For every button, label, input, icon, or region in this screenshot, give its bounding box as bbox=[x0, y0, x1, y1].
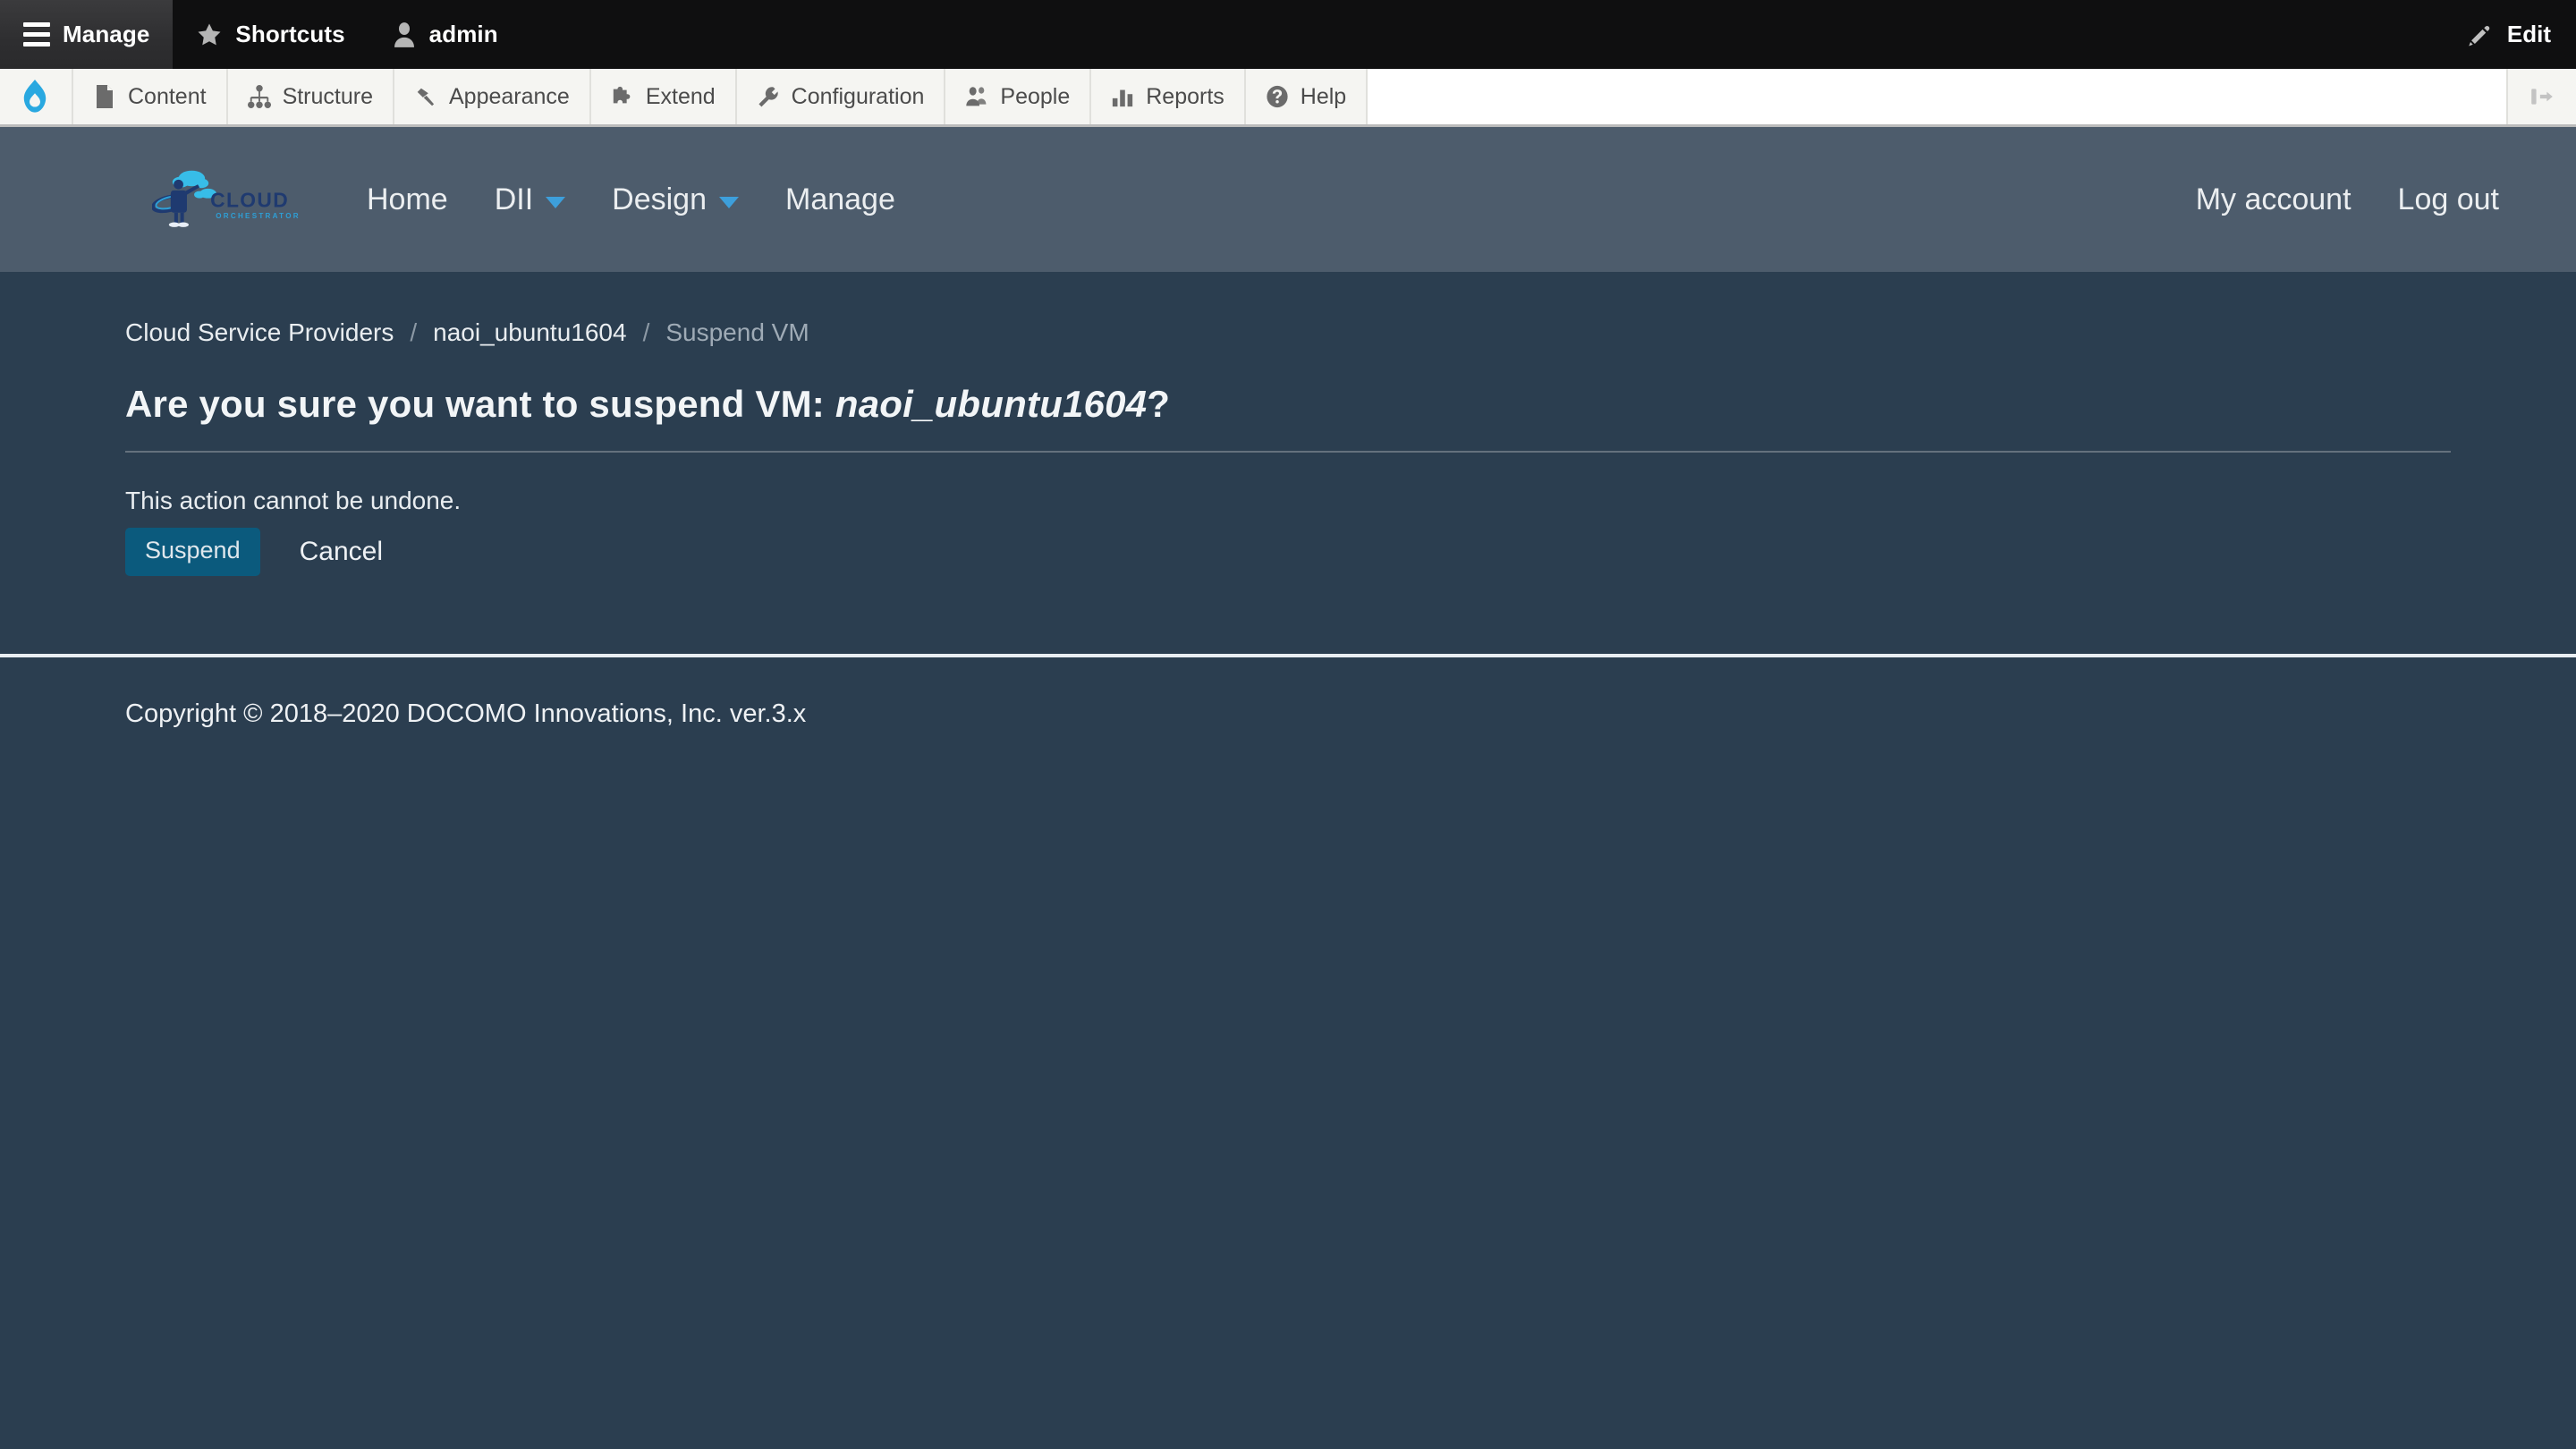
breadcrumb-item-vm[interactable]: naoi_ubuntu1604 bbox=[433, 318, 626, 347]
nav-item-log-out[interactable]: Log out bbox=[2375, 174, 2522, 226]
structure-icon bbox=[247, 84, 271, 109]
form-actions: Suspend Cancel bbox=[125, 528, 2451, 576]
suspend-button[interactable]: Suspend bbox=[125, 528, 260, 576]
nav-item-design-label: Design bbox=[612, 182, 707, 216]
footer-copyright: Copyright © 2018–2020 DOCOMO Innovations… bbox=[125, 699, 807, 728]
pencil-icon bbox=[2466, 21, 2493, 48]
nav-item-manage-label: Manage bbox=[785, 182, 895, 216]
page-title-vm-name: naoi_ubuntu1604 bbox=[835, 383, 1148, 425]
admin-menu-bar: Content Structure Appearance Extend Conf… bbox=[0, 69, 2576, 127]
people-icon bbox=[965, 84, 988, 109]
admin-menu-item-extend-label: Extend bbox=[645, 83, 716, 109]
admin-menu-item-configuration-label: Configuration bbox=[791, 83, 925, 109]
account-navigation: My account Log out bbox=[2173, 174, 2522, 226]
hamburger-icon bbox=[23, 22, 50, 47]
content-container: Cloud Service Providers / naoi_ubuntu160… bbox=[0, 272, 2576, 576]
admin-menu-item-help-label: Help bbox=[1300, 83, 1347, 109]
toolbar-tab-manage[interactable]: Manage bbox=[0, 0, 174, 69]
toolbar-tab-shortcuts-label: Shortcuts bbox=[235, 21, 345, 47]
main-navigation: Home DII Design Manage bbox=[343, 174, 919, 226]
breadcrumb-separator: / bbox=[410, 318, 418, 346]
svg-text:CLOUD: CLOUD bbox=[210, 189, 289, 212]
person-icon bbox=[392, 21, 417, 48]
toolbar-tab-user-label: admin bbox=[428, 21, 498, 47]
bar-chart-icon bbox=[1111, 84, 1134, 109]
breadcrumb-item-current: Suspend VM bbox=[665, 318, 809, 346]
site-header: CLOUD ORCHESTRATOR Home DII Design Manag… bbox=[0, 127, 2576, 272]
nav-item-home[interactable]: Home bbox=[343, 174, 471, 226]
wrench-icon bbox=[757, 84, 780, 109]
admin-menu-item-reports[interactable]: Reports bbox=[1091, 69, 1246, 124]
toolbar-tab-manage-label: Manage bbox=[63, 21, 150, 47]
nav-item-my-account[interactable]: My account bbox=[2173, 174, 2375, 226]
admin-menu-item-extend[interactable]: Extend bbox=[591, 69, 737, 124]
page-title: Are you sure you want to suspend VM: nao… bbox=[125, 383, 2451, 453]
nav-item-dii-label: DII bbox=[494, 182, 534, 216]
cancel-link[interactable]: Cancel bbox=[300, 537, 383, 567]
admin-menu-item-content[interactable]: Content bbox=[73, 69, 228, 124]
breadcrumb: Cloud Service Providers / naoi_ubuntu160… bbox=[125, 272, 2451, 347]
question-mark-icon bbox=[1266, 84, 1289, 109]
nav-item-log-out-label: Log out bbox=[2397, 182, 2499, 216]
admin-menu-item-structure[interactable]: Structure bbox=[228, 69, 394, 124]
drupal-droplet-icon bbox=[20, 80, 50, 114]
toolbar-tab-user[interactable]: admin bbox=[369, 0, 521, 69]
admin-menu-item-reports-label: Reports bbox=[1146, 83, 1224, 109]
nav-item-dii[interactable]: DII bbox=[471, 174, 589, 226]
admin-menu-item-configuration[interactable]: Configuration bbox=[737, 69, 946, 124]
page-title-prefix: Are you sure you want to suspend VM: bbox=[125, 383, 835, 425]
admin-menu-item-people-label: People bbox=[1000, 83, 1071, 109]
nav-item-my-account-label: My account bbox=[2195, 182, 2351, 216]
page-body: Cloud Service Providers / naoi_ubuntu160… bbox=[0, 272, 2576, 919]
toolbar-edit-button[interactable]: Edit bbox=[2441, 0, 2576, 69]
document-icon bbox=[93, 84, 116, 109]
breadcrumb-separator: / bbox=[642, 318, 650, 346]
drupal-logo-link[interactable] bbox=[0, 69, 73, 124]
toolbar-edit-label: Edit bbox=[2506, 21, 2551, 47]
toolbar-orientation-toggle[interactable] bbox=[2508, 69, 2576, 124]
svg-text:ORCHESTRATOR: ORCHESTRATOR bbox=[216, 212, 301, 220]
admin-menu-item-structure-label: Structure bbox=[282, 83, 373, 109]
admin-menu-item-content-label: Content bbox=[128, 83, 207, 109]
cloud-orchestrator-logo-icon: CLOUD ORCHESTRATOR bbox=[152, 170, 301, 227]
admin-menu-empty-area bbox=[1368, 69, 2508, 124]
admin-menu-item-appearance[interactable]: Appearance bbox=[394, 69, 591, 124]
confirm-help-text: This action cannot be undone. bbox=[125, 487, 462, 514]
site-logo[interactable]: CLOUD ORCHESTRATOR bbox=[152, 162, 302, 237]
breadcrumb-item-providers[interactable]: Cloud Service Providers bbox=[125, 318, 394, 347]
paintbrush-icon bbox=[414, 84, 437, 109]
admin-menu-item-people[interactable]: People bbox=[945, 69, 1092, 124]
nav-item-design[interactable]: Design bbox=[589, 174, 762, 226]
chevron-down-icon bbox=[546, 196, 566, 208]
admin-toolbar: Manage Shortcuts admin Edit bbox=[0, 0, 2576, 69]
nav-item-manage[interactable]: Manage bbox=[762, 174, 919, 226]
page-title-suffix: ? bbox=[1147, 383, 1171, 425]
puzzle-icon bbox=[611, 84, 634, 109]
toolbar-tab-shortcuts[interactable]: Shortcuts bbox=[173, 0, 368, 69]
chevron-down-icon bbox=[719, 196, 739, 208]
admin-menu-item-help[interactable]: Help bbox=[1246, 69, 1368, 124]
star-icon bbox=[196, 21, 223, 48]
admin-menu-item-appearance-label: Appearance bbox=[449, 83, 570, 109]
nav-item-home-label: Home bbox=[367, 182, 448, 216]
